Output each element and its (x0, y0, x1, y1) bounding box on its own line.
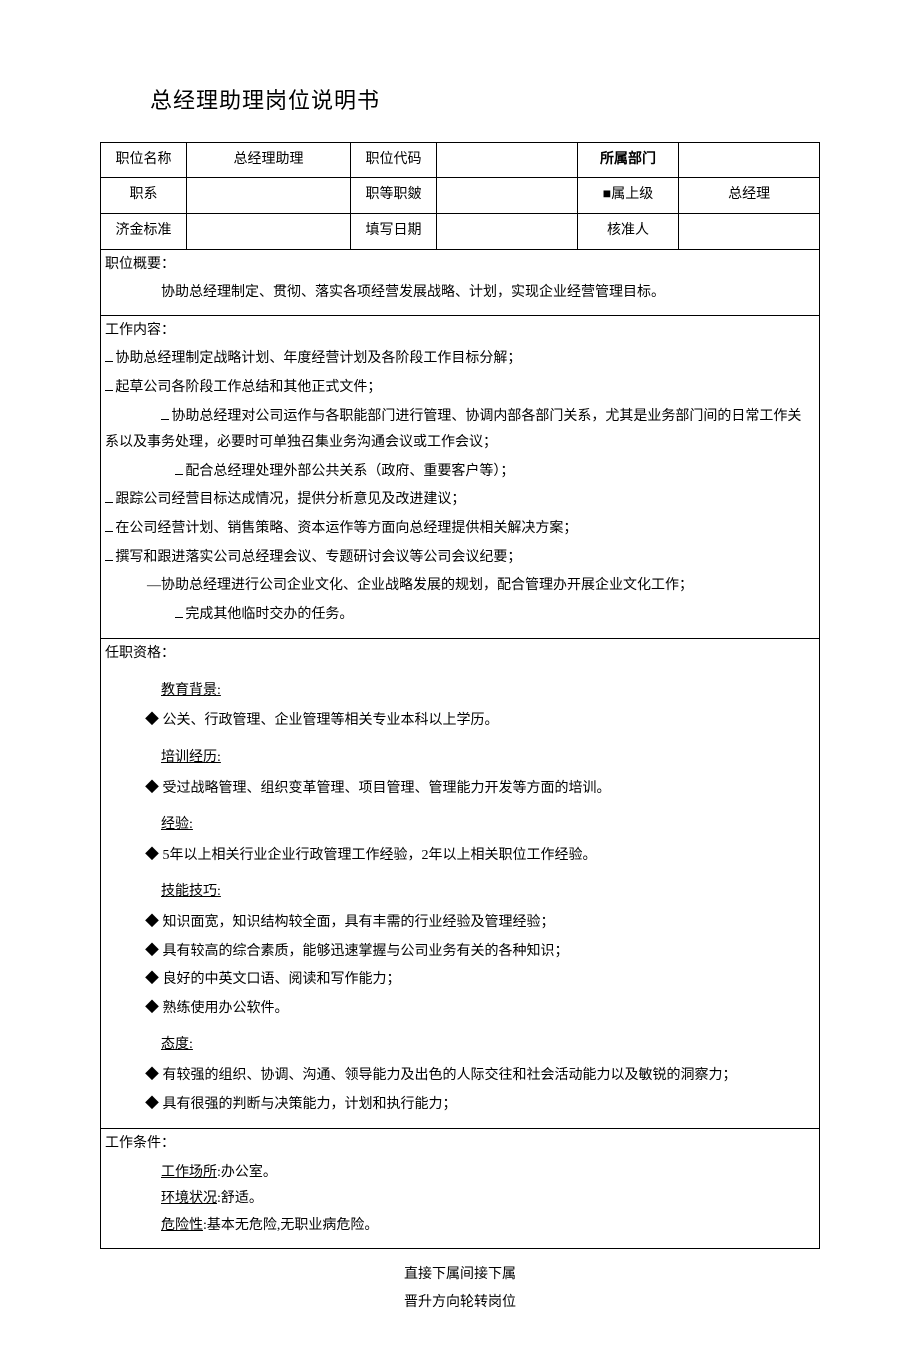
section-qual: 任职资格： 教育背景: 公关、行政管理、企业管理等相关专业本科以上学历。 培训经… (101, 638, 819, 1128)
qual-skill-item: 良好的中英文口语、阅读和写作能力； (145, 967, 815, 994)
hdr-cell: 所属部门 (577, 142, 679, 178)
hdr-cell: 核准人 (577, 213, 679, 249)
work-heading: 工作内容： (105, 318, 815, 345)
hdr-cell: 总经理 (679, 178, 820, 214)
hdr-cell (679, 213, 820, 249)
hdr-cell: 职位代码 (351, 142, 437, 178)
cond-place: 工作场所:办公室。 (161, 1160, 815, 1187)
qual-edu-item: 公关、行政管理、企业管理等相关专业本科以上学历。 (145, 708, 815, 735)
hdr-cell (186, 178, 350, 214)
cond-heading: 工作条件： (105, 1131, 815, 1158)
footer: 直接下属间接下属 晋升方向轮转岗位 (100, 1261, 820, 1317)
section-cond: 工作条件： 工作场所:办公室。 环境状况:舒适。 危险性:基本无危险,无职业病危… (101, 1128, 819, 1247)
hdr-cell (437, 178, 578, 214)
qual-train-head: 培训经历: (161, 745, 815, 772)
qual-exp-item: 5年以上相关行业企业行政管理工作经验，2年以上相关职位工作经验。 (145, 843, 815, 870)
summary-text: 协助总经理制定、贯彻、落实各项经营发展战略、计划，实现企业经营管理目标。 (161, 280, 815, 307)
cond-env: 环境状况:舒适。 (161, 1186, 815, 1213)
qual-att-item: 有较强的组织、协调、沟通、领导能力及出色的人际交往和社会活动能力以及敏锐的洞察力… (145, 1063, 815, 1090)
hdr-cell: 总经理助理 (186, 142, 350, 178)
summary-heading: 职位概要： (105, 252, 815, 279)
footer-line2: 晋升方向轮转岗位 (100, 1289, 820, 1317)
hdr-cell: 职位名称 (101, 142, 187, 178)
work-item: 撰写和跟进落实公司总经理会议、专题研讨会议等公司会议纪要； (105, 545, 815, 572)
qual-heading: 任职资格： (105, 641, 815, 668)
work-item: 起草公司各阶段工作总结和其他正式文件； (105, 375, 815, 402)
hdr-cell: 济金标准 (101, 213, 187, 249)
hdr-cell: 填写日期 (351, 213, 437, 249)
hdr-cell (437, 213, 578, 249)
work-item: 协助总经理对公司运作与各职能部门进行管理、协调内部各部门关系，尤其是业务部门间的… (105, 404, 815, 457)
qual-train-item: 受过战略管理、组织变革管理、项目管理、管理能力开发等方面的培训。 (145, 776, 815, 803)
qual-skill-item: 知识面宽，知识结构较全面，具有丰需的行业经验及管理经验； (145, 910, 815, 937)
work-item: —协助总经理进行公司企业文化、企业战略发展的规划，配合管理办开展企业文化工作； (147, 573, 815, 600)
work-item: 完成其他临时交办的任务。 (175, 602, 815, 629)
hdr-cell: 职系 (101, 178, 187, 214)
footer-line1: 直接下属间接下属 (100, 1261, 820, 1289)
page-title: 总经理助理岗位说明书 (150, 80, 820, 122)
header-table: 职位名称 总经理助理 职位代码 所属部门 职系 职等职皴 ■属上级 总经理 济金… (100, 142, 820, 250)
work-item: 配合总经理处理外部公共关系（政府、重要客户等）； (175, 459, 815, 486)
section-work: 工作内容： 协助总经理制定战略计划、年度经营计划及各阶段工作目标分解； 起草公司… (101, 315, 819, 639)
work-item: 协助总经理制定战略计划、年度经营计划及各阶段工作目标分解； (105, 346, 815, 373)
qual-att-item: 具有很强的判断与决策能力，计划和执行能力； (145, 1092, 815, 1119)
qual-skill-item: 具有较高的综合素质，能够迅速掌握与公司业务有关的各种知识； (145, 939, 815, 966)
qual-edu-head: 教育背景: (161, 678, 815, 705)
section-summary: 职位概要： 协助总经理制定、贯彻、落实各项经营发展战略、计划，实现企业经营管理目… (101, 250, 819, 315)
work-item: 在公司经营计划、销售策略、资本运作等方面向总经理提供相关解决方案； (105, 516, 815, 543)
hdr-cell: ■属上级 (577, 178, 679, 214)
qual-skill-head: 技能技巧: (161, 879, 815, 906)
qual-skill-item: 熟练使用办公软件。 (145, 996, 815, 1023)
hdr-cell: 职等职皴 (351, 178, 437, 214)
qual-att-head: 态度: (161, 1032, 815, 1059)
hdr-cell (679, 142, 820, 178)
cond-risk: 危险性:基本无危险,无职业病危险。 (161, 1213, 815, 1240)
work-item: 跟踪公司经营目标达成情况，提供分析意见及改进建议； (105, 487, 815, 514)
hdr-cell (186, 213, 350, 249)
hdr-cell (437, 142, 578, 178)
qual-exp-head: 经验: (161, 812, 815, 839)
